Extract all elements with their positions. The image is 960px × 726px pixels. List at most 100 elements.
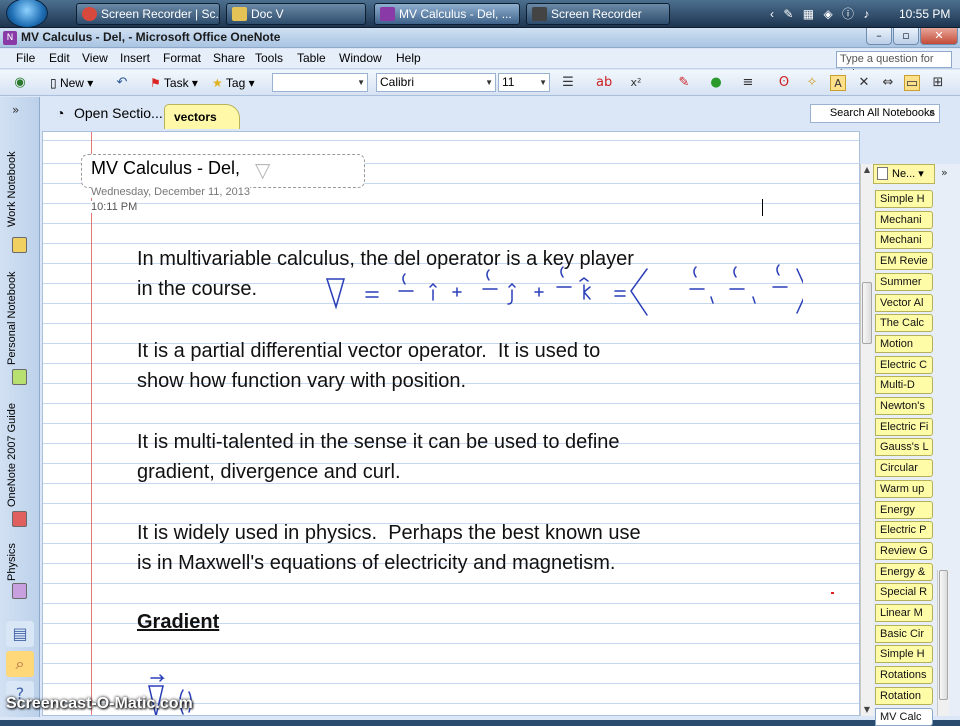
menu-tools[interactable]: Tools — [255, 51, 283, 65]
page-tab[interactable]: Rotations — [875, 666, 933, 685]
section-tab-vectors[interactable]: vectors — [164, 104, 240, 129]
font-select[interactable]: Calibri ▼ — [376, 73, 496, 92]
menu-insert[interactable]: Insert — [120, 51, 150, 65]
help-question-input[interactable]: Type a question for help — [836, 51, 952, 80]
page-list-scrollbar[interactable] — [937, 570, 949, 716]
notebook-physics[interactable]: Physics — [6, 537, 34, 581]
new-button[interactable]: ▯ New ▾ — [50, 74, 93, 92]
page-tab[interactable]: Mechani — [875, 210, 933, 229]
page-tab[interactable]: Electric Fi — [875, 417, 933, 436]
page-tab[interactable]: Newton's — [875, 397, 933, 415]
menu-help[interactable]: Help — [396, 51, 421, 65]
scroll-up-icon[interactable]: ▲ — [861, 164, 873, 176]
open-sections[interactable]: ◔ Open Sectio... — [56, 105, 163, 121]
paragraph-4[interactable]: It is widely used in physics. Perhaps th… — [137, 518, 641, 578]
info-icon[interactable]: ⓘ — [842, 4, 854, 24]
panel-chevron-icon[interactable]: » — [941, 166, 948, 179]
task-chrome[interactable]: Screen Recorder | Sc... — [76, 3, 220, 25]
page-scroll-thumb[interactable] — [862, 282, 872, 344]
menu-edit[interactable]: Edit — [49, 51, 70, 65]
lasso-icon[interactable]: ʘ — [776, 75, 792, 91]
page-title[interactable]: MV Calculus - Del, — [91, 158, 240, 179]
notebook-work[interactable]: Work Notebook — [6, 127, 34, 227]
task-button[interactable]: ⚑ Task ▾ — [150, 74, 198, 92]
undo-icon[interactable]: ↶ — [114, 75, 130, 91]
start-button[interactable] — [6, 0, 48, 28]
page-list-scroll-thumb[interactable] — [939, 570, 948, 700]
all-notebooks-icon[interactable]: ▤ — [6, 621, 34, 647]
network-icon[interactable]: ▦ — [803, 4, 814, 24]
page-tab[interactable]: Energy — [875, 500, 933, 519]
back-icon[interactable]: ◉ — [12, 75, 28, 91]
page-tab[interactable]: Simple H — [875, 645, 933, 664]
volume-icon[interactable]: ♪ — [863, 4, 869, 24]
text-mode-icon[interactable]: A — [830, 75, 846, 91]
shield-icon[interactable]: ◈ — [823, 4, 832, 24]
menu-table[interactable]: Table — [297, 51, 326, 65]
task-screen-recorder[interactable]: Screen Recorder — [526, 3, 670, 25]
minimize-button[interactable]: – — [866, 28, 892, 45]
page-tab[interactable]: Special R — [875, 583, 933, 602]
pen-icon[interactable]: ✎ — [676, 75, 692, 91]
font-size-select[interactable]: 11 ▼ — [498, 73, 550, 92]
notebook-guide[interactable]: OneNote 2007 Guide — [6, 399, 34, 507]
color-icon[interactable]: ● — [708, 75, 724, 91]
task-doc-v[interactable]: Doc V — [226, 3, 366, 25]
paragraph-3[interactable]: It is multi-talented in the sense it can… — [137, 427, 620, 487]
page-tab[interactable]: Gauss's L — [875, 438, 933, 457]
superscript-button[interactable]: x² — [628, 75, 644, 91]
clock[interactable]: 10:55 PM — [899, 4, 950, 24]
menu-view[interactable]: View — [82, 51, 108, 65]
search-notebooks-input[interactable]: Search All Notebooks ⌕ — [810, 104, 940, 123]
section-tab-row: ◔ Open Sectio... vectors Search All Noteb… — [40, 97, 960, 129]
page-tab[interactable]: Simple H — [875, 190, 933, 208]
page-tab[interactable]: MV Calc — [875, 707, 933, 726]
page-tab[interactable]: Warm up — [875, 479, 933, 498]
spelling-icon[interactable]: ab — [596, 75, 612, 91]
page-tab[interactable]: Vector Al — [875, 293, 933, 312]
page-tab[interactable]: Linear M — [875, 604, 933, 622]
full-page-icon[interactable]: ⊞ — [930, 75, 946, 91]
menu-share[interactable]: Share — [213, 51, 245, 65]
line-width-icon[interactable]: ≡ — [740, 75, 756, 91]
page-tab[interactable]: Review G — [875, 541, 933, 560]
heading-gradient[interactable]: Gradient — [137, 611, 219, 634]
menu-format[interactable]: Format — [163, 51, 201, 65]
chevron-left-icon[interactable]: ‹ — [770, 4, 774, 24]
menu-file[interactable]: File — [16, 51, 35, 65]
bullets-icon[interactable]: ☰ — [560, 75, 576, 91]
menu-window[interactable]: Window — [339, 51, 382, 65]
scroll-down-icon[interactable]: ▼ — [861, 704, 873, 716]
page-tab[interactable]: Rotation — [875, 686, 933, 705]
page-tab[interactable]: Summer — [875, 272, 933, 291]
notebook-icon — [12, 511, 27, 527]
paragraph-2[interactable]: It is a partial differential vector oper… — [137, 336, 600, 396]
notebook-personal[interactable]: Personal Notebook — [6, 269, 34, 365]
page-tab[interactable]: EM Revie — [875, 252, 933, 271]
page-view-icon[interactable]: ▭ — [904, 75, 920, 91]
page-tab[interactable]: Electric P — [875, 521, 933, 540]
task-onenote[interactable]: MV Calculus - Del, ... — [374, 3, 520, 25]
page-tab[interactable]: Electric C — [875, 355, 933, 374]
wrench-icon[interactable]: ✎ — [783, 4, 793, 24]
page-tab[interactable]: Motion — [875, 334, 933, 353]
tag-button[interactable]: ★ Tag ▾ — [212, 74, 255, 92]
maximize-button[interactable]: ▫ — [893, 28, 919, 45]
close-button[interactable]: ✕ — [920, 28, 958, 45]
page-tab[interactable]: Energy & — [875, 562, 933, 581]
page-canvas[interactable]: MV Calculus - Del, ▽ Wednesday, December… — [42, 131, 860, 716]
page-tab[interactable]: Mechani — [875, 231, 933, 250]
page-tab[interactable]: Basic Cir — [875, 624, 933, 643]
page-tab[interactable]: Circular — [875, 459, 933, 478]
highlighter-icon[interactable]: ✧ — [804, 75, 820, 91]
page-tab[interactable]: The Calc — [875, 314, 933, 333]
title-bar[interactable]: N MV Calculus - Del, - Microsoft Office … — [0, 28, 960, 48]
insert-space-icon[interactable]: ⇔ — [880, 75, 896, 91]
eraser-icon[interactable]: ✕ — [856, 75, 872, 91]
style-select[interactable]: ▼ — [272, 73, 368, 92]
page-scrollbar[interactable]: ▲ ▼ — [860, 164, 873, 716]
search-results-icon[interactable]: ⌕ — [6, 651, 34, 677]
expand-chevron-icon[interactable]: » — [12, 103, 19, 117]
page-tab[interactable]: Multi-D — [875, 376, 933, 395]
new-page-button[interactable]: Ne... ▾ — [873, 164, 935, 184]
